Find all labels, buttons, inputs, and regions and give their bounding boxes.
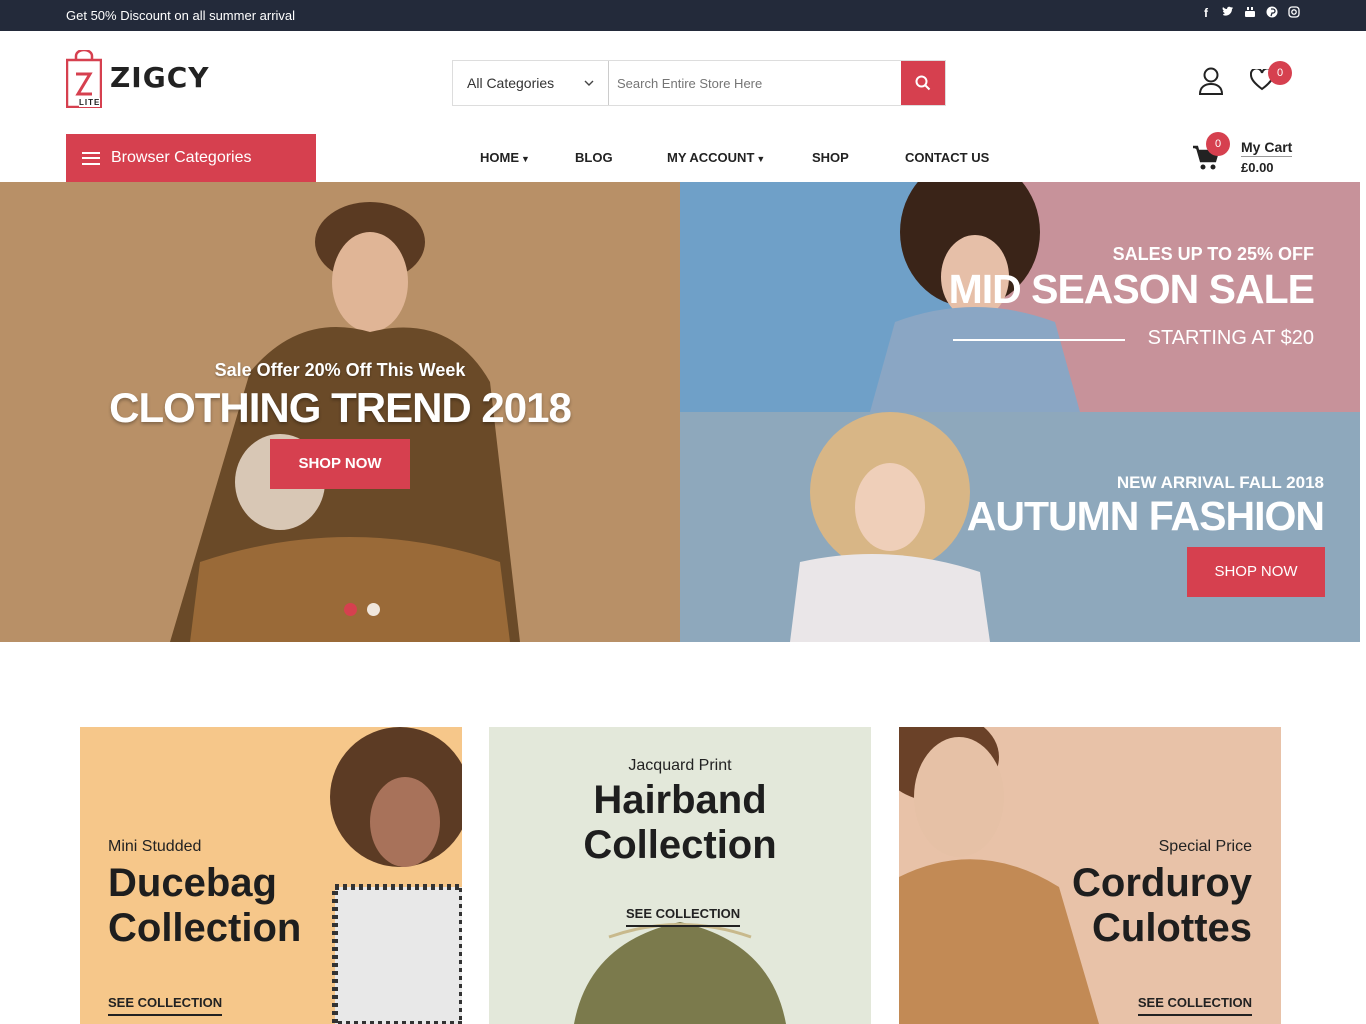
see-collection-link[interactable]: SEE COLLECTION	[1137, 995, 1252, 1016]
nav-item-label: MY ACCOUNT	[667, 150, 755, 165]
slider-dot-active[interactable]	[344, 603, 357, 616]
banner-top-title: MID SEASON SALE	[948, 266, 1315, 312]
browse-categories-label: Browser Categories	[111, 149, 252, 166]
banner-bottom-title: AUTUMN FASHION	[966, 493, 1325, 539]
banner-top-kicker: SALES UP TO 25% OFF	[1112, 244, 1314, 264]
search-icon	[915, 75, 931, 91]
hero-title: CLOTHING TREND 2018	[109, 384, 572, 431]
logo-sub: LITE	[79, 98, 101, 107]
nav-item-blog[interactable]: BLOG	[575, 150, 613, 165]
search-input[interactable]	[609, 61, 901, 105]
hero-slider: Sale Offer 20% Off This Week CLOTHING TR…	[0, 182, 680, 642]
autumn-fashion-banner[interactable]: NEW ARRIVAL FALL 2018 AUTUMN FASHION SHO…	[680, 412, 1360, 642]
menu-icon	[82, 151, 100, 165]
cart-total: £0.00	[1241, 160, 1274, 175]
social-links: f	[1200, 6, 1300, 20]
promo-title-1: Hairband	[593, 778, 767, 822]
user-icon	[1198, 67, 1224, 95]
see-collection-link[interactable]: SEE COLLECTION	[108, 995, 223, 1016]
banner-top-divider	[953, 339, 1125, 341]
promo-title-1: Corduroy	[1072, 861, 1252, 905]
nav-item-home[interactable]: HOME ▼	[480, 150, 530, 165]
banner-bottom-kicker: NEW ARRIVAL FALL 2018	[1116, 473, 1324, 492]
twitter-icon[interactable]	[1222, 6, 1234, 20]
search-bar: All Categories	[452, 60, 946, 106]
nav-item-contact-us[interactable]: CONTACT US	[905, 150, 989, 165]
browse-categories-button[interactable]: Browser Categories	[66, 134, 316, 182]
chevron-down-icon	[584, 80, 594, 86]
nav-item-label: SHOP	[812, 150, 849, 165]
promo-title-2: Collection	[108, 906, 302, 950]
promo-card-ducebag[interactable]: Mini Studded Ducebag Collection SEE COLL…	[80, 727, 462, 1024]
promo-title-2: Culottes	[1092, 906, 1252, 950]
search-button[interactable]	[901, 61, 945, 105]
nav-item-label: HOME	[480, 150, 519, 165]
logo-bag-icon: LITE	[65, 48, 103, 109]
nav-item-label: CONTACT US	[905, 150, 990, 165]
banner-shop-now-button[interactable]: SHOP NOW	[1187, 547, 1325, 597]
top-bar: Get 50% Discount on all summer arrival f	[0, 0, 1366, 31]
nav-item-my-account[interactable]: MY ACCOUNT ▼	[667, 150, 765, 165]
promo-kicker: Mini Studded	[108, 838, 202, 855]
facebook-icon[interactable]: f	[1200, 6, 1212, 20]
promo-title-2: Collection	[583, 823, 777, 867]
slider-dot[interactable]	[367, 603, 380, 616]
see-collection-link[interactable]: SEE COLLECTION	[626, 906, 741, 927]
mid-season-banner[interactable]: SALES UP TO 25% OFF MID SEASON SALE STAR…	[680, 182, 1360, 412]
promo-kicker: Special Price	[1158, 838, 1252, 855]
chevron-down-icon: ▼	[756, 154, 766, 164]
pinterest-icon[interactable]	[1266, 6, 1278, 20]
youtube-icon[interactable]	[1244, 6, 1256, 20]
site-logo[interactable]: LITE ZIGCY	[65, 48, 210, 109]
nav-item-shop[interactable]: SHOP	[812, 150, 849, 165]
promo-kicker: Jacquard Print	[628, 757, 732, 774]
cart-count-badge: 0	[1206, 132, 1230, 156]
category-select-value: All Categories	[467, 75, 555, 91]
chevron-down-icon: ▼	[521, 154, 530, 164]
hero-shop-now-button[interactable]: SHOP NOW	[270, 439, 410, 489]
instagram-icon[interactable]	[1288, 6, 1300, 20]
account-button[interactable]	[1198, 67, 1224, 100]
cart-label: My Cart	[1241, 139, 1293, 157]
promo-card-hairband[interactable]: Jacquard Print Hairband Collection SEE C…	[489, 727, 871, 1024]
promo-title-1: Ducebag	[108, 861, 277, 905]
wishlist-count-badge: 0	[1268, 61, 1292, 85]
logo-wordmark: ZIGCY	[110, 61, 210, 94]
category-select[interactable]: All Categories	[453, 61, 609, 105]
nav-item-label: BLOG	[575, 150, 613, 165]
promo-text: Get 50% Discount on all summer arrival	[66, 8, 296, 23]
banner-top-sub: STARTING AT $20	[1147, 327, 1314, 349]
hero-kicker: Sale Offer 20% Off This Week	[214, 360, 466, 380]
promo-card-corduroy[interactable]: Special Price Corduroy Culottes SEE COLL…	[899, 727, 1281, 1024]
wishlist-button[interactable]: 0	[1249, 61, 1292, 96]
